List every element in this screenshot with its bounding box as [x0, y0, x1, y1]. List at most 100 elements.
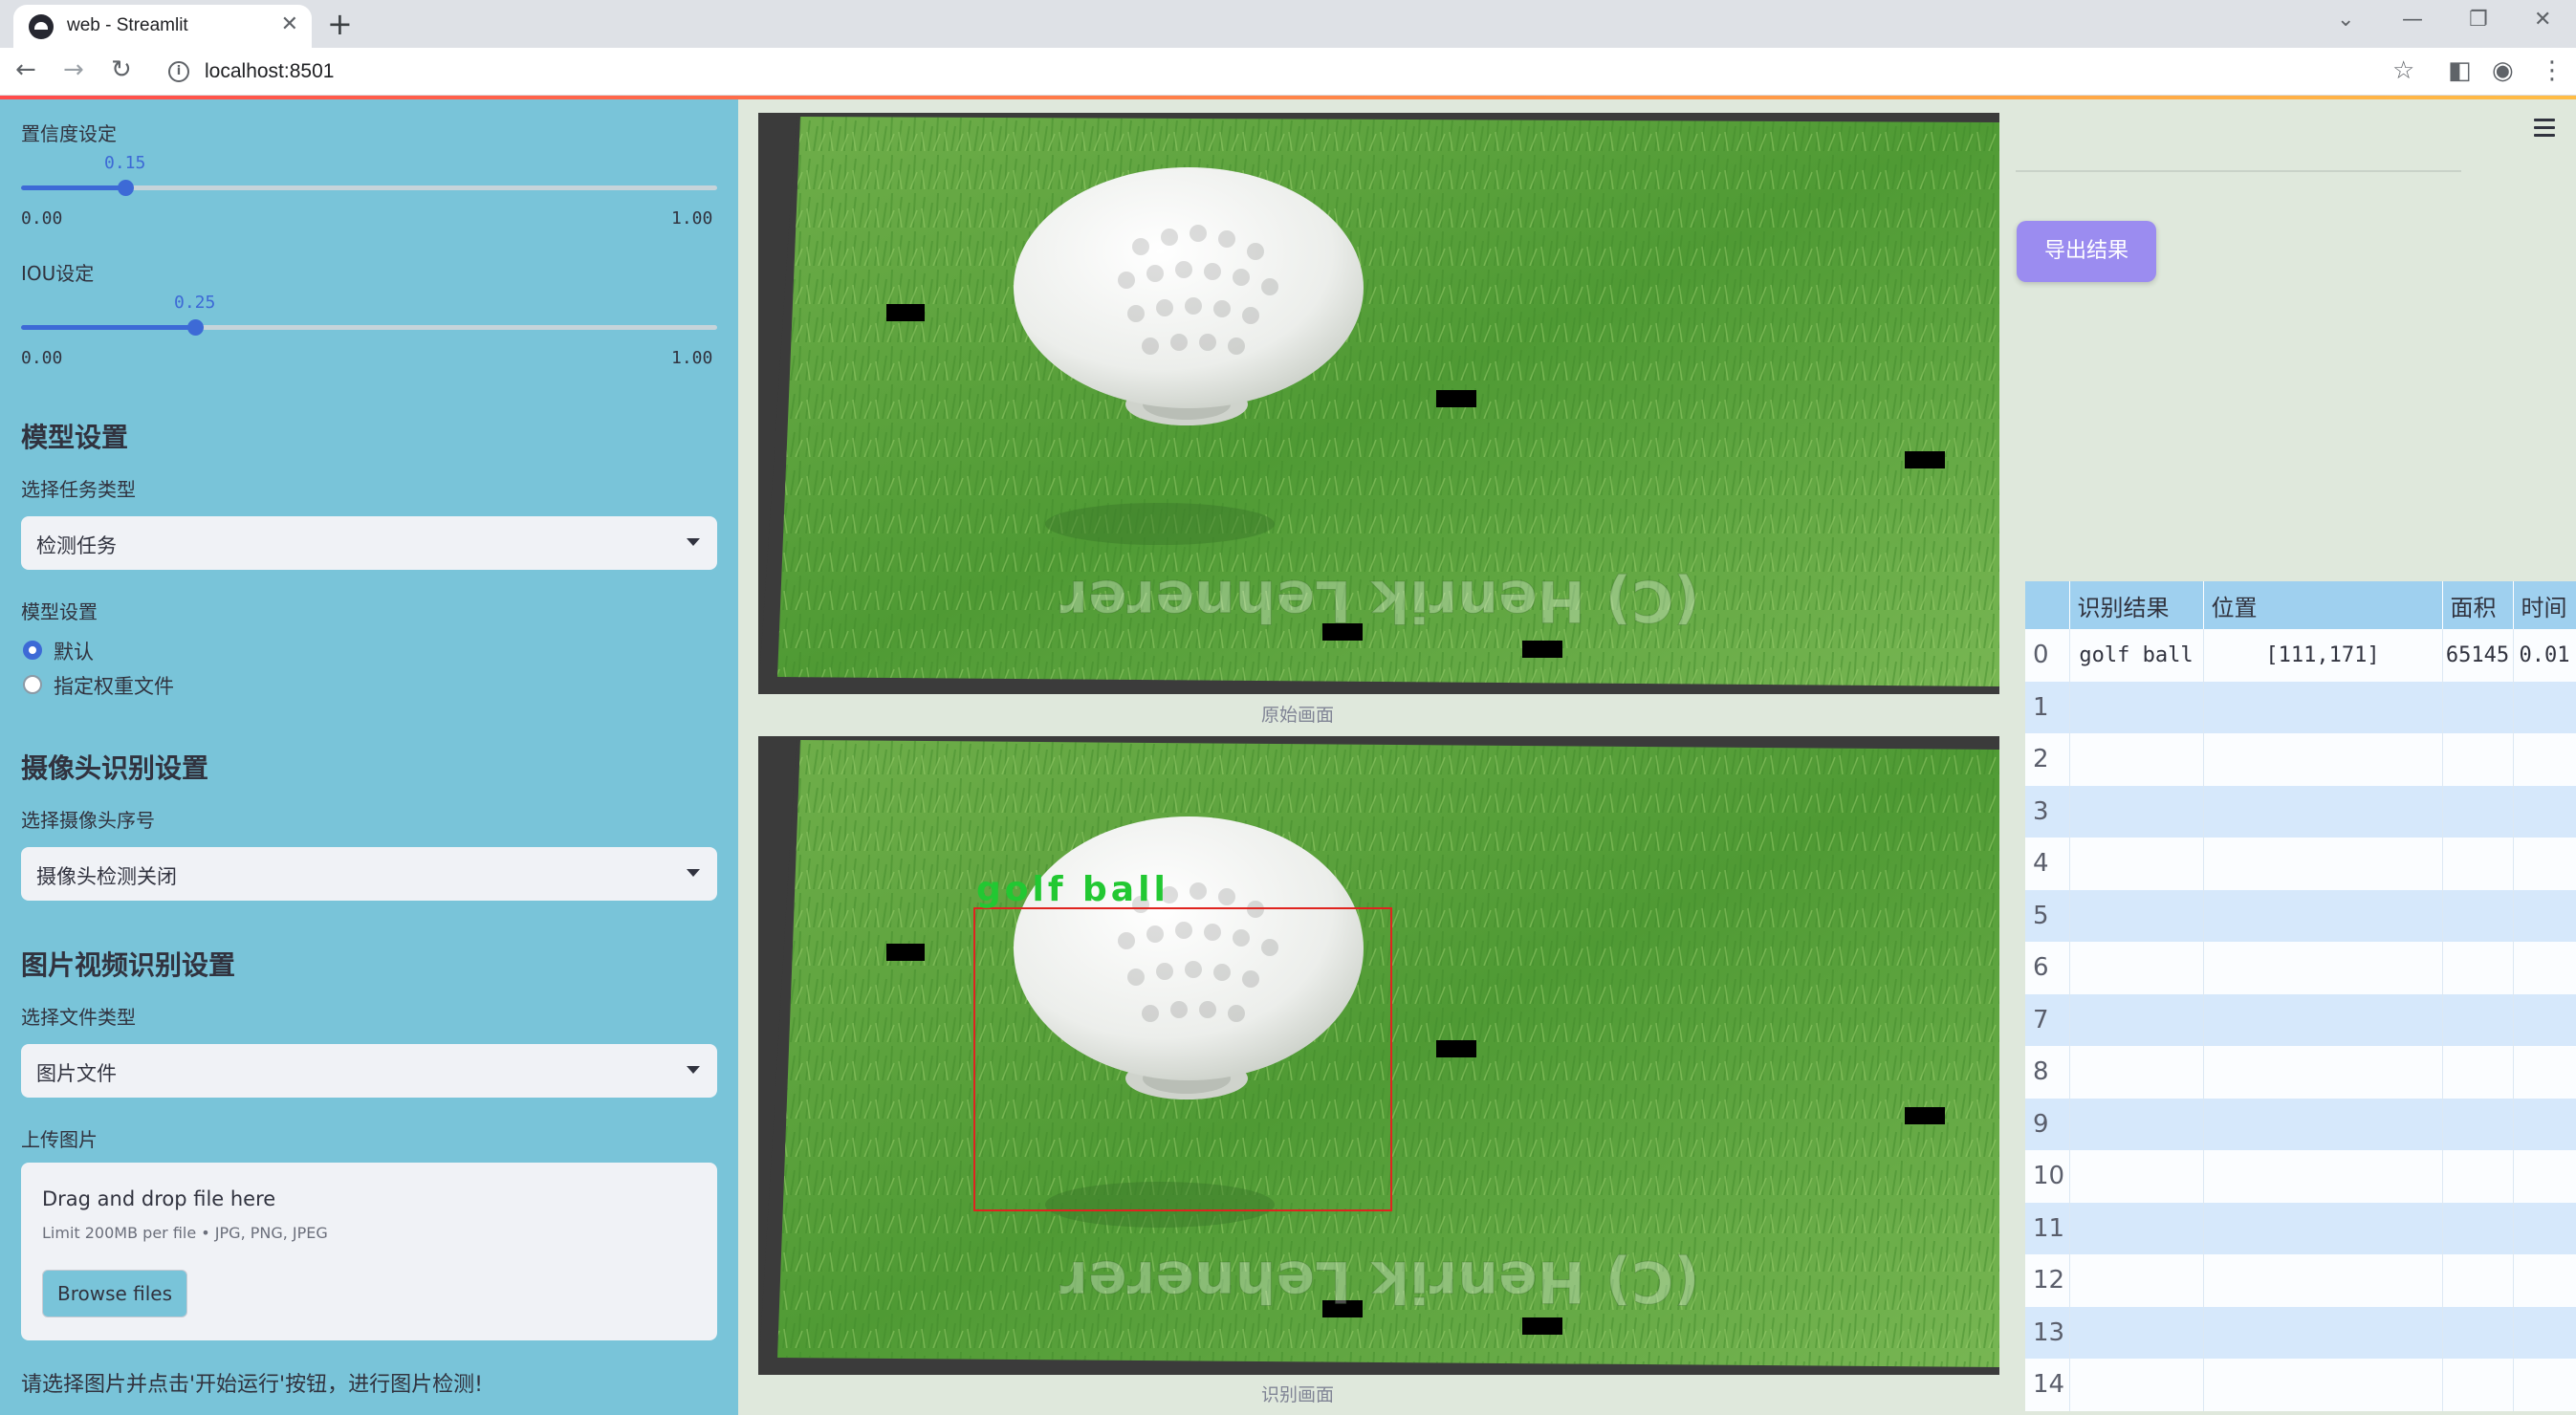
browser-tab[interactable]: web - Streamlit ✕ — [13, 5, 312, 48]
cell-time — [2513, 733, 2576, 786]
col-header-time[interactable]: 时间 — [2513, 581, 2576, 629]
task-type-select[interactable]: 检测任务 — [21, 516, 717, 570]
file-type-select[interactable]: 图片文件 — [21, 1044, 717, 1098]
cell-time — [2513, 1098, 2576, 1150]
redaction-bar — [1905, 1107, 1945, 1124]
iou-slider-fill — [21, 325, 195, 330]
table-row[interactable]: 4 — [2025, 838, 2576, 890]
close-tab-icon[interactable]: ✕ — [281, 12, 298, 36]
cell-time — [2513, 1046, 2576, 1099]
col-header-position[interactable]: 位置 — [2203, 581, 2443, 629]
row-index: 11 — [2025, 1202, 2070, 1254]
radio-default-button[interactable] — [23, 641, 42, 660]
tab-search-icon[interactable]: ⌄ — [2337, 8, 2354, 32]
col-header-index[interactable] — [2025, 581, 2070, 629]
divider — [2016, 170, 2461, 172]
results-table: 识别结果 位置 面积 时间 0 golf ball [111,171] 65145 0.… — [2025, 581, 2576, 1411]
table-row[interactable]: 7 — [2025, 993, 2576, 1046]
cell-time — [2513, 1306, 2576, 1359]
original-caption: 原始画面 — [1261, 705, 1335, 726]
cell-position — [2203, 1359, 2443, 1411]
bookmark-star-icon[interactable]: ☆ — [2392, 56, 2414, 85]
table-row[interactable]: 10 — [2025, 1150, 2576, 1203]
iou-slider-thumb[interactable] — [187, 319, 204, 336]
hamburger-menu-icon[interactable] — [2534, 119, 2555, 142]
confidence-slider[interactable] — [21, 180, 717, 196]
cell-position — [2203, 681, 2443, 733]
reload-icon[interactable]: ↻ — [111, 55, 132, 84]
table-row[interactable]: 5 — [2025, 889, 2576, 942]
cell-area — [2442, 1150, 2514, 1203]
redaction-bar — [1436, 1040, 1476, 1057]
original-image-canvas: (C) Henrik Lehnerer — [758, 113, 1999, 694]
row-index: 2 — [2025, 733, 2070, 786]
watermark-text: (C) Henrik Lehnerer — [1059, 1248, 1700, 1315]
profile-icon[interactable]: ◉ — [2492, 56, 2514, 85]
col-header-area[interactable]: 面积 — [2442, 581, 2514, 629]
cell-time — [2513, 1254, 2576, 1307]
table-row[interactable]: 1 — [2025, 681, 2576, 733]
row-index: 5 — [2025, 889, 2070, 942]
table-row[interactable]: 0 golf ball [111,171] 65145 0.01 — [2025, 629, 2576, 682]
restore-icon[interactable]: ❐ — [2469, 8, 2488, 32]
radio-default-label: 默认 — [54, 641, 94, 664]
cell-result — [2069, 1254, 2204, 1307]
file-dropzone[interactable]: Drag and drop file here Limit 200MB per … — [21, 1163, 717, 1340]
close-window-icon[interactable]: ✕ — [2534, 8, 2551, 32]
row-index: 8 — [2025, 1046, 2070, 1099]
forward-icon[interactable]: → — [63, 55, 84, 84]
redaction-bar — [886, 304, 925, 321]
row-index: 10 — [2025, 1150, 2070, 1203]
redaction-bar — [1522, 641, 1562, 658]
back-icon[interactable]: ← — [15, 55, 36, 84]
iou-value: 0.25 — [174, 293, 216, 313]
result-caption: 识别画面 — [1261, 1384, 1335, 1405]
cell-time — [2513, 942, 2576, 994]
cell-result — [2069, 993, 2204, 1046]
result-image-canvas: (C) Henrik Lehnerer golf ball — [758, 736, 1999, 1375]
cell-result — [2069, 1098, 2204, 1150]
table-row[interactable]: 6 — [2025, 942, 2576, 994]
cell-position — [2203, 1150, 2443, 1203]
table-row[interactable]: 13 — [2025, 1306, 2576, 1359]
watermark-text: (C) Henrik Lehnerer — [1059, 567, 1700, 634]
col-header-result[interactable]: 识别结果 — [2069, 581, 2204, 629]
address-bar[interactable]: localhost:8501 — [205, 60, 334, 83]
confidence-slider-thumb[interactable] — [118, 180, 134, 196]
table-row[interactable]: 12 — [2025, 1254, 2576, 1307]
iou-slider[interactable] — [21, 319, 717, 336]
cell-area — [2442, 681, 2514, 733]
row-index: 3 — [2025, 785, 2070, 838]
chevron-down-icon — [687, 538, 700, 546]
radio-custom-weights-button[interactable] — [23, 675, 42, 694]
side-panel-icon[interactable]: ◧ — [2448, 56, 2472, 85]
new-tab-icon[interactable]: + — [327, 6, 353, 42]
camera-select[interactable]: 摄像头检测关闭 — [21, 847, 717, 901]
table-row[interactable]: 11 — [2025, 1202, 2576, 1254]
row-index: 9 — [2025, 1098, 2070, 1150]
browse-files-button[interactable]: Browse files — [42, 1270, 187, 1317]
table-row[interactable]: 2 — [2025, 733, 2576, 786]
weights-label: 模型设置 — [21, 600, 98, 623]
cell-position — [2203, 1046, 2443, 1099]
cell-result — [2069, 681, 2204, 733]
cell-result — [2069, 733, 2204, 786]
site-info-icon[interactable]: i — [168, 61, 189, 82]
radio-custom-weights-label: 指定权重文件 — [54, 675, 174, 698]
minimize-icon[interactable]: — — [2402, 8, 2423, 32]
media-settings-heading: 图片视频识别设置 — [21, 949, 236, 981]
cell-area — [2442, 1306, 2514, 1359]
export-results-button[interactable]: 导出结果 — [2017, 221, 2156, 282]
cell-area — [2442, 942, 2514, 994]
sidebar-hint: 请选择图片并点击'开始运行'按钮，进行图片检测! — [21, 1373, 483, 1397]
cell-position — [2203, 1098, 2443, 1150]
browser-menu-icon[interactable]: ⋮ — [2540, 56, 2565, 85]
cell-position — [2203, 838, 2443, 890]
table-row[interactable]: 14 — [2025, 1359, 2576, 1411]
table-row[interactable]: 3 — [2025, 785, 2576, 838]
table-row[interactable]: 9 — [2025, 1098, 2576, 1150]
confidence-slider-fill — [21, 185, 125, 190]
model-settings-heading: 模型设置 — [21, 422, 129, 453]
sidebar: 置信度设定 0.15 0.00 1.00 IOU设定 0.25 0.00 1.0… — [0, 99, 738, 1415]
table-row[interactable]: 8 — [2025, 1046, 2576, 1099]
